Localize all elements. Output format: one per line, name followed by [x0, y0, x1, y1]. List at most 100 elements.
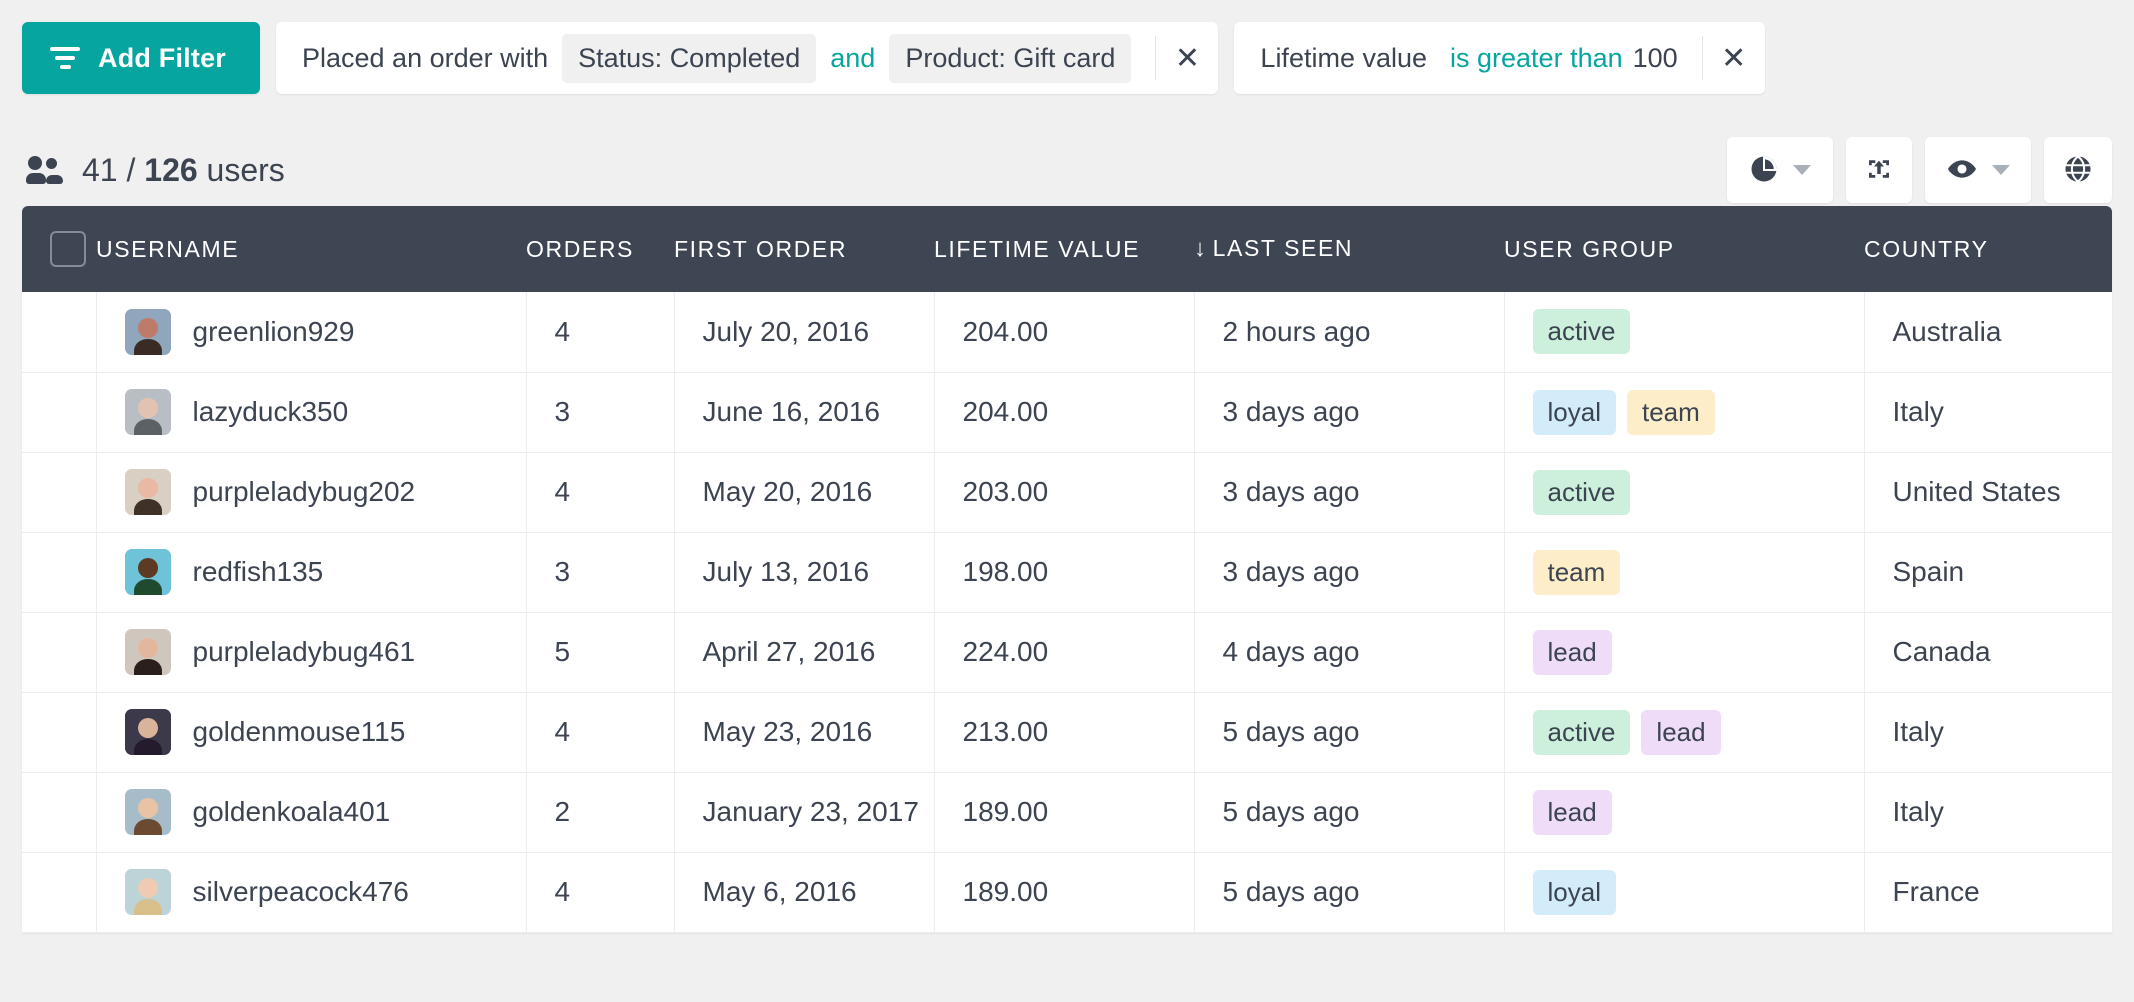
cell-first-order: April 27, 2016: [674, 612, 935, 693]
chevron-down-icon[interactable]: [1992, 165, 2010, 175]
cell-username[interactable]: redfish135: [96, 532, 527, 613]
column-header-last-seen[interactable]: ↓ LAST SEEN: [1194, 206, 1504, 292]
cell-last-seen: 3 days ago: [1194, 452, 1505, 533]
table-row[interactable]: purpleladybug202 4 May 20, 2016 203.00 3 day…: [22, 452, 2112, 533]
visibility-button[interactable]: [1925, 137, 2031, 203]
user-group-badge[interactable]: active: [1532, 709, 1631, 755]
username-label: redfish135: [192, 556, 324, 587]
cell-last-seen: 5 days ago: [1194, 692, 1505, 773]
chevron-down-icon[interactable]: [1793, 165, 1811, 175]
table-row[interactable]: purpleladybug461 5 April 27, 2016 224.00 4 d…: [22, 612, 2112, 693]
count-unit: users: [206, 151, 285, 188]
export-button[interactable]: [1846, 137, 1912, 203]
cell-first-order: June 16, 2016: [674, 372, 935, 453]
users-table-container: USERNAME ORDERS FIRST ORDER LIFETIME VAL…: [22, 206, 2112, 933]
cell-lifetime-value: 204.00: [934, 292, 1195, 373]
column-header-lifetime-value[interactable]: LIFETIME VALUE: [934, 206, 1194, 292]
cell-orders: 5: [526, 612, 675, 693]
cell-username[interactable]: goldenkoala401: [96, 772, 527, 853]
avatar: [124, 469, 171, 515]
cell-country: Italy: [1864, 772, 2112, 853]
cell-last-seen: 3 days ago: [1194, 372, 1505, 453]
cell-user-group: loyal team: [1504, 372, 1865, 453]
filter-operator-label[interactable]: is greater than: [1441, 43, 1628, 74]
cell-first-order: May 23, 2016: [674, 692, 935, 773]
cell-country: Australia: [1864, 292, 2112, 373]
filter-card-lifetime-value[interactable]: Lifetime value is greater than 100 ✕: [1234, 22, 1765, 94]
cell-first-order: May 20, 2016: [674, 452, 935, 533]
user-group-badge[interactable]: team: [1626, 389, 1715, 435]
chart-view-button[interactable]: [1727, 137, 1833, 203]
column-header-orders[interactable]: ORDERS: [526, 206, 674, 292]
username-label: greenlion929: [192, 315, 355, 347]
select-all-checkbox[interactable]: [50, 231, 86, 267]
row-select-cell[interactable]: [22, 852, 97, 933]
column-header-username[interactable]: USERNAME: [96, 206, 526, 292]
cell-last-seen: 3 days ago: [1194, 532, 1505, 613]
filter-prefix-label: Placed an order with: [302, 42, 549, 73]
cell-username[interactable]: lazyduck350: [96, 372, 527, 453]
count-separator: /: [126, 151, 136, 188]
globe-button[interactable]: [2044, 137, 2112, 203]
user-group-badge[interactable]: active: [1532, 469, 1631, 515]
avatar: [124, 869, 171, 915]
cell-last-seen: 4 days ago: [1194, 612, 1505, 693]
cell-country: United States: [1864, 452, 2112, 533]
cell-username[interactable]: goldenmouse115: [96, 692, 527, 773]
row-select-cell[interactable]: [22, 372, 97, 453]
user-count-text: 41 / 126 users: [82, 152, 285, 189]
cell-username[interactable]: purpleladybug461: [96, 612, 527, 693]
column-header-country[interactable]: COUNTRY: [1864, 206, 2112, 292]
table-row[interactable]: silverpeacock476 4 May 6, 2016 189.00 5 days…: [22, 852, 2112, 933]
cell-orders: 3: [526, 372, 675, 453]
column-header-first-order[interactable]: FIRST ORDER: [674, 206, 934, 292]
user-group-badge[interactable]: team: [1532, 549, 1621, 595]
cell-user-group: team: [1504, 532, 1865, 613]
user-group-badge[interactable]: loyal: [1532, 869, 1616, 915]
cell-lifetime-value: 224.00: [934, 612, 1195, 693]
export-box-icon: [1864, 154, 1894, 187]
table-row[interactable]: redfish135 3 July 13, 2016 198.00 3 days ago…: [22, 532, 2112, 613]
table-row[interactable]: goldenkoala401 2 January 23, 2017 189.00 5 d…: [22, 772, 2112, 853]
avatar: [124, 629, 171, 675]
avatar: [124, 389, 171, 435]
add-filter-button[interactable]: Add Filter: [22, 22, 260, 94]
cell-username[interactable]: silverpeacock476: [96, 852, 527, 933]
user-group-badge[interactable]: lead: [1532, 789, 1612, 835]
user-group-badge[interactable]: lead: [1641, 709, 1721, 755]
filter-pill-product[interactable]: Product: Gift card: [889, 33, 1132, 83]
user-group-badge[interactable]: active: [1532, 309, 1631, 355]
row-select-cell[interactable]: [22, 452, 97, 533]
user-group-badge[interactable]: loyal: [1532, 389, 1616, 435]
user-group-badge[interactable]: lead: [1532, 629, 1612, 675]
cell-username[interactable]: greenlion929: [96, 292, 527, 373]
avatar: [124, 549, 171, 595]
table-row[interactable]: lazyduck350 3 June 16, 2016 204.00 3 days ag…: [22, 372, 2112, 453]
filter-card-order[interactable]: Placed an order with Status: Completed a…: [276, 22, 1219, 94]
filter-value-label[interactable]: 100: [1628, 43, 1678, 74]
row-select-cell[interactable]: [22, 292, 97, 373]
filter-bar: Add Filter Placed an order with Status: …: [0, 0, 2134, 130]
cell-orders: 4: [526, 852, 675, 933]
count-total: 126: [144, 151, 198, 188]
table-row[interactable]: goldenmouse115 4 May 23, 2016 213.00 5 days …: [22, 692, 2112, 773]
cell-username[interactable]: purpleladybug202: [96, 452, 527, 533]
globe-icon: [2062, 153, 2094, 188]
cell-last-seen: 5 days ago: [1194, 772, 1505, 853]
cell-orders: 3: [526, 532, 675, 613]
row-select-cell[interactable]: [22, 692, 97, 773]
cell-lifetime-value: 203.00: [934, 452, 1195, 533]
row-select-cell[interactable]: [22, 772, 97, 853]
close-icon[interactable]: ✕: [1156, 22, 1218, 94]
close-icon[interactable]: ✕: [1703, 22, 1765, 94]
cell-last-seen: 2 hours ago: [1194, 292, 1505, 373]
eye-icon: [1946, 153, 1978, 188]
username-label: goldenkoala401: [192, 796, 391, 827]
column-header-user-group[interactable]: USER GROUP: [1504, 206, 1864, 292]
row-select-cell[interactable]: [22, 612, 97, 693]
table-row[interactable]: greenlion929 4 July 20, 2016 204.00 2 hours …: [22, 292, 2112, 373]
filter-pill-status[interactable]: Status: Completed: [562, 33, 817, 83]
cell-user-group: loyal: [1504, 852, 1865, 933]
users-icon: [26, 156, 64, 184]
row-select-cell[interactable]: [22, 532, 97, 613]
